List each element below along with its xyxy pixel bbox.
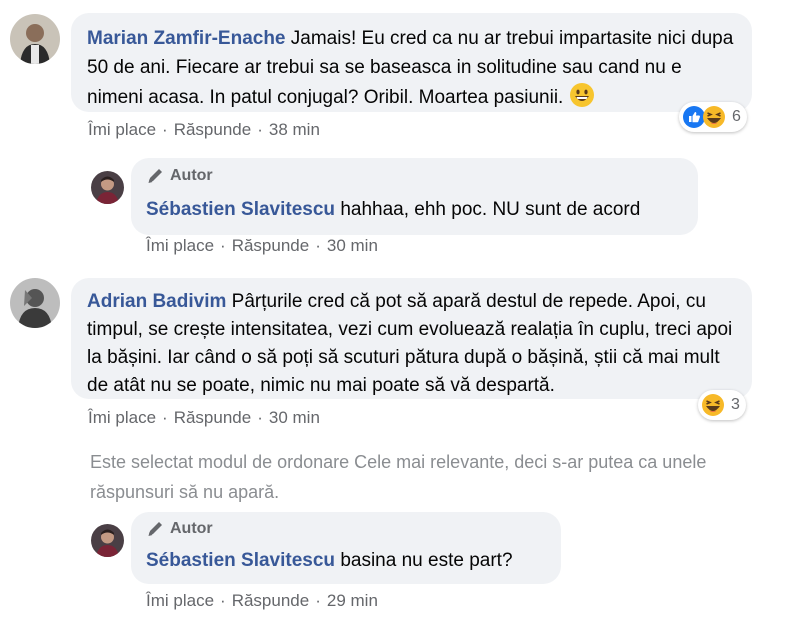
grinning-emoji-icon [569, 82, 595, 108]
haha-icon [703, 106, 725, 128]
reply-link[interactable]: Răspunde [232, 236, 310, 255]
sort-notice: Este selectat modul de ordonare Cele mai… [90, 452, 707, 502]
reaction-summary[interactable]: 6 [679, 102, 747, 132]
comment-actions: Îmi place · Răspunde · 38 min [88, 120, 320, 139]
author-badge: Autor [146, 519, 547, 539]
comment-author[interactable]: Adrian Badivim [87, 291, 226, 312]
comment-actions: Îmi place · Răspunde · 30 min [88, 408, 320, 427]
author-badge-label: Autor [170, 520, 213, 537]
avatar[interactable] [10, 278, 60, 328]
reaction-summary[interactable]: 3 [698, 390, 746, 420]
author-badge: Autor [146, 166, 684, 186]
comment-bubble: Adrian Badivim Pârțurile cred că pot să … [71, 278, 752, 399]
reply-bubble: Autor Sébastien Slavitescu basina nu est… [131, 512, 561, 584]
comment-author[interactable]: Sébastien Slavitescu [146, 550, 335, 571]
like-link[interactable]: Îmi place [88, 120, 156, 139]
like-link[interactable]: Îmi place [146, 236, 214, 255]
reply-link[interactable]: Răspunde [174, 120, 252, 139]
comment-actions: Îmi place · Răspunde · 30 min [146, 236, 378, 255]
reply-link[interactable]: Răspunde [174, 408, 252, 427]
comment-bubble: Marian Zamfir-Enache Jamais! Eu cred ca … [71, 13, 752, 112]
comment-text: hahhaa, ehh poc. NU sunt de acord [340, 199, 641, 220]
like-link[interactable]: Îmi place [88, 408, 156, 427]
pencil-icon [148, 169, 162, 183]
comment-actions: Îmi place · Răspunde · 29 min [146, 591, 378, 610]
avatar[interactable] [91, 524, 124, 557]
avatar[interactable] [91, 171, 124, 204]
reaction-count: 6 [732, 108, 741, 125]
like-link[interactable]: Îmi place [146, 591, 214, 610]
comment-timestamp[interactable]: 29 min [327, 591, 378, 610]
avatar[interactable] [10, 14, 60, 64]
comment-text: basina nu este part? [340, 550, 513, 571]
haha-icon [702, 394, 724, 416]
reply-bubble: Autor Sébastien Slavitescu hahhaa, ehh p… [131, 158, 698, 235]
author-badge-label: Autor [170, 167, 213, 184]
reaction-count: 3 [731, 396, 740, 413]
comment-timestamp[interactable]: 30 min [269, 408, 320, 427]
comment-timestamp[interactable]: 30 min [327, 236, 378, 255]
pencil-icon [148, 522, 162, 536]
comment-author[interactable]: Marian Zamfir-Enache [87, 28, 286, 49]
comment-author[interactable]: Sébastien Slavitescu [146, 199, 335, 220]
comment-timestamp[interactable]: 38 min [269, 120, 320, 139]
reply-link[interactable]: Răspunde [232, 591, 310, 610]
